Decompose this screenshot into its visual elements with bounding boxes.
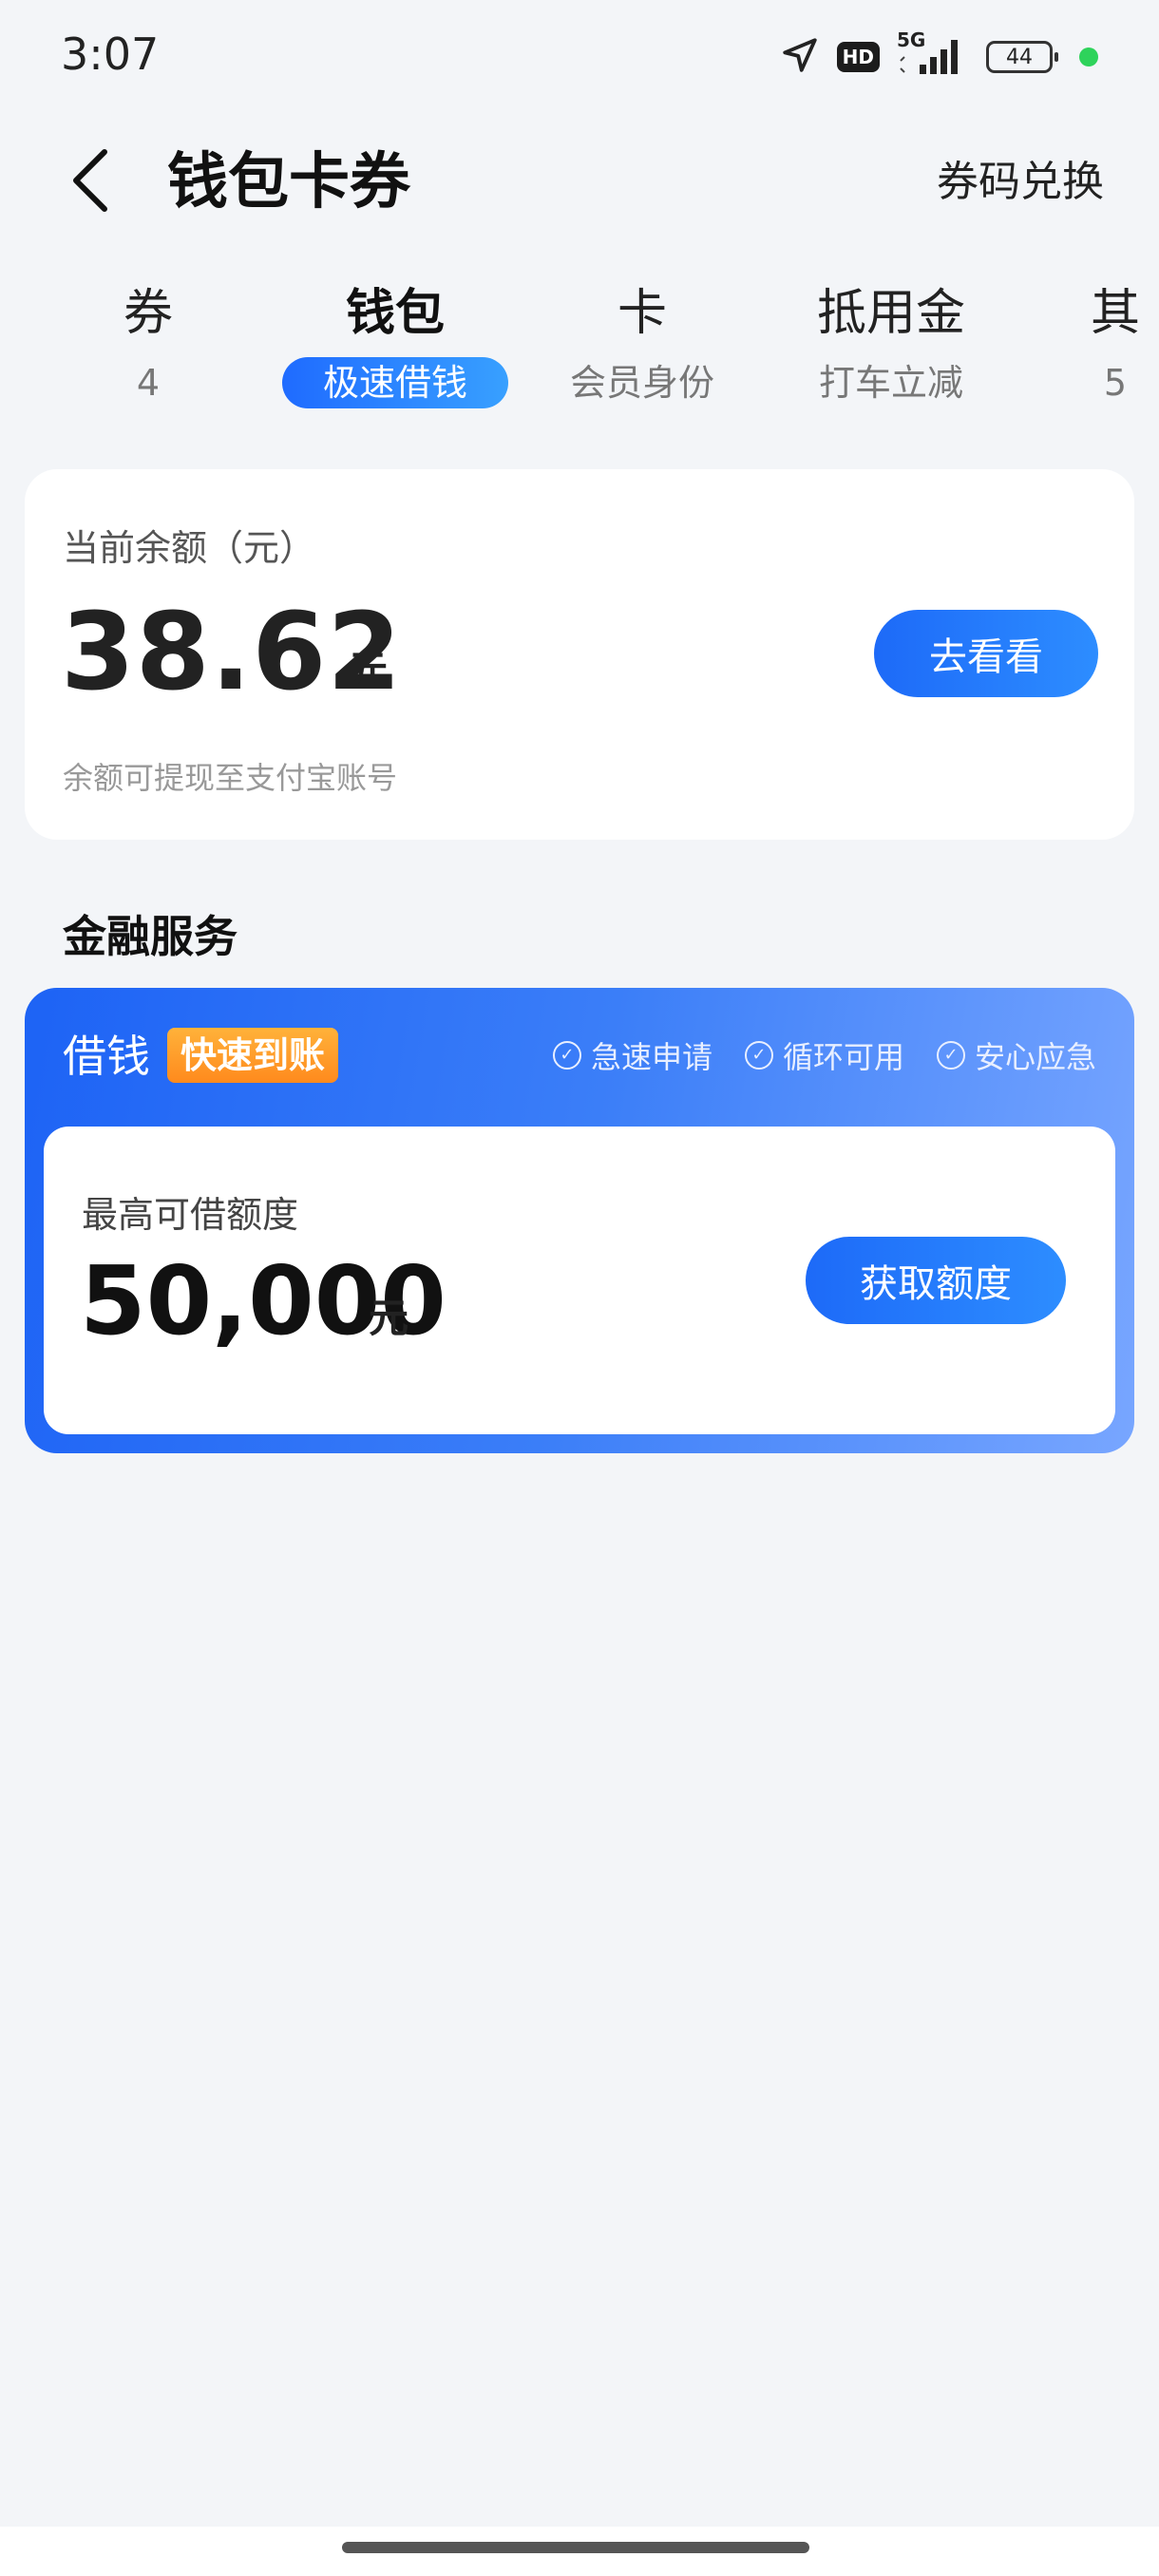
- check-circle-icon: ✓: [744, 1041, 773, 1070]
- battery-level: 44: [1006, 45, 1033, 69]
- home-indicator[interactable]: [342, 2542, 809, 2553]
- privacy-indicator-icon: [1079, 47, 1098, 66]
- back-button[interactable]: [57, 144, 124, 217]
- tab-vouchers[interactable]: 抵用金 打车立减: [768, 277, 1015, 408]
- signal-icon: 5G: [897, 28, 969, 78]
- balance-label: 当前余额（元）: [63, 527, 316, 569]
- tab-sub: 打车立减: [818, 362, 963, 404]
- page-title: 钱包卡券: [167, 147, 410, 218]
- tab-label: 卡: [617, 285, 667, 342]
- tab-coupons[interactable]: 券 4: [25, 277, 272, 408]
- category-tabs: 券 4 钱包 极速借钱 卡 会员身份 抵用金 打车立减 其 5: [0, 277, 1159, 420]
- tab-label: 钱包: [345, 285, 445, 342]
- tab-label: 其: [1090, 285, 1140, 342]
- tab-sub: 5: [1103, 362, 1128, 404]
- loan-title: 借钱: [63, 1031, 150, 1082]
- feature-label: 急速申请: [590, 1039, 712, 1075]
- balance-note: 余额可提现至支付宝账号: [63, 760, 398, 796]
- tab-wallet[interactable]: 钱包 极速借钱: [272, 277, 519, 408]
- feature-item: ✓ 安心应急: [936, 1033, 1096, 1077]
- header: 钱包卡券 券码兑换: [0, 123, 1159, 237]
- status-bar: 3:07 HD 5G 44: [0, 0, 1159, 112]
- feature-item: ✓ 急速申请: [552, 1033, 712, 1077]
- loan-card[interactable]: 借钱 快速到账 ✓ 急速申请 ✓ 循环可用 ✓ 安心应急 最高可借额度 50,0…: [25, 988, 1134, 1453]
- tab-label: 券: [123, 285, 173, 342]
- balance-card: 当前余额（元） 38.62 元 余额可提现至支付宝账号 去看看: [25, 469, 1134, 840]
- tab-sub: 4: [136, 362, 161, 404]
- balance-unit: 元: [348, 647, 389, 693]
- get-limit-button[interactable]: 获取额度: [806, 1237, 1066, 1324]
- section-title: 金融服务: [63, 911, 238, 962]
- status-time: 3:07: [61, 28, 160, 80]
- hd-icon: HD: [836, 42, 880, 72]
- loan-limit-panel: 最高可借额度 50,000 元 获取额度: [44, 1127, 1115, 1434]
- check-circle-icon: ✓: [552, 1041, 581, 1070]
- check-circle-icon: ✓: [936, 1041, 965, 1070]
- chevron-left-icon: [73, 149, 107, 212]
- view-balance-button[interactable]: 去看看: [874, 610, 1098, 697]
- tab-others[interactable]: 其 5: [992, 277, 1159, 408]
- feature-label: 安心应急: [974, 1039, 1096, 1075]
- status-icons: HD 5G 44: [780, 28, 1098, 84]
- fast-arrival-badge: 快速到账: [167, 1028, 339, 1083]
- tab-label: 抵用金: [816, 285, 965, 342]
- location-icon: [780, 35, 820, 79]
- battery-icon: 44: [986, 41, 1058, 73]
- limit-unit: 元: [369, 1295, 409, 1341]
- limit-label: 最高可借额度: [82, 1194, 299, 1236]
- tab-sub-pill: 极速借钱: [282, 357, 508, 408]
- loan-features: ✓ 急速申请 ✓ 循环可用 ✓ 安心应急: [552, 1033, 1096, 1077]
- redeem-code-link[interactable]: 券码兑换: [937, 154, 1104, 211]
- feature-label: 循环可用: [782, 1039, 904, 1075]
- tab-sub: 会员身份: [569, 362, 714, 404]
- feature-item: ✓ 循环可用: [744, 1033, 904, 1077]
- tab-cards[interactable]: 卡 会员身份: [519, 277, 766, 408]
